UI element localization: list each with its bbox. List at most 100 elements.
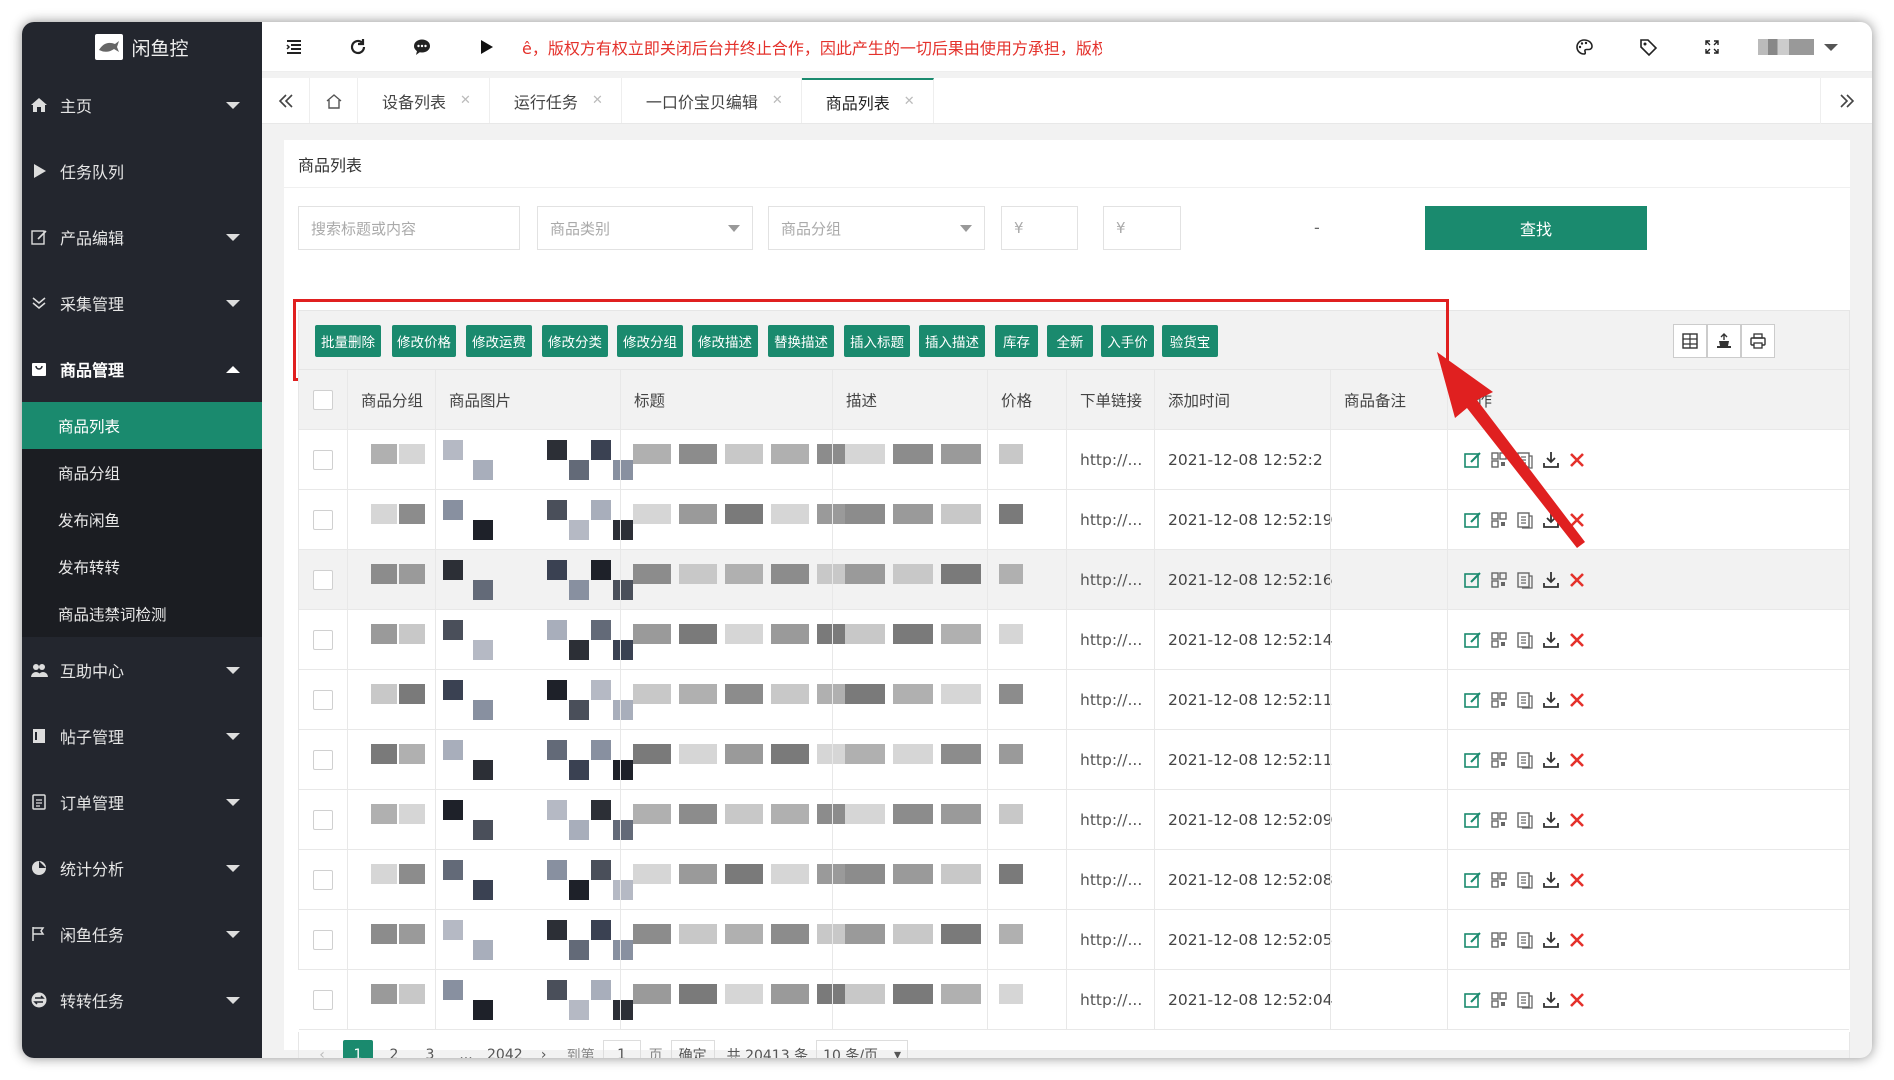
row-checkbox[interactable] [313, 910, 333, 969]
batch-button-5[interactable]: 修改描述 [692, 325, 758, 357]
column-header[interactable]: 标题 [634, 370, 665, 429]
submenu-item-0[interactable]: 商品列表 [22, 402, 262, 449]
tab-0[interactable]: 设备列表 ✕ [358, 78, 490, 123]
table-row[interactable]: http://... 2021-12-08 12:52:08 [299, 850, 1849, 910]
row-actions[interactable] [1463, 790, 1587, 849]
tab-1[interactable]: 运行任务 ✕ [490, 78, 622, 123]
table-row[interactable]: http://... 2021-12-08 12:52:11 [299, 730, 1849, 790]
close-icon[interactable]: ✕ [460, 93, 471, 108]
row-checkbox[interactable] [313, 430, 333, 489]
sidebar-item-after-0[interactable]: 互助中心 [22, 637, 262, 703]
chat-button[interactable] [390, 22, 454, 72]
close-icon[interactable]: ✕ [904, 94, 915, 109]
row-actions[interactable] [1463, 970, 1587, 1029]
row-checkbox[interactable] [313, 970, 333, 1029]
sidebar-item-after-1[interactable]: 帖子管理 [22, 703, 262, 769]
row-checkbox[interactable] [313, 550, 333, 609]
user-menu[interactable] [1758, 39, 1838, 55]
search-button[interactable]: 查找 [1425, 206, 1647, 250]
page-3[interactable]: 3 [415, 1040, 445, 1059]
table-row[interactable]: http://... 2021-12-08 12:52:04 [299, 970, 1849, 1030]
prev-page-button[interactable]: ‹ [307, 1040, 337, 1059]
batch-button-12[interactable]: 验货宝 [1162, 325, 1218, 357]
submenu-item-4[interactable]: 商品违禁词检测 [22, 590, 262, 637]
tag-button[interactable] [1616, 22, 1680, 72]
column-header[interactable]: 操作 [1461, 370, 1492, 429]
column-header[interactable]: 描述 [846, 370, 877, 429]
batch-button-1[interactable]: 修改价格 [392, 325, 456, 357]
column-header[interactable]: 下单链接 [1080, 370, 1142, 429]
next-page-button[interactable]: › [529, 1040, 559, 1059]
row-checkbox[interactable] [313, 790, 333, 849]
fullscreen-button[interactable] [1680, 22, 1744, 72]
order-link[interactable]: http://... [1080, 910, 1142, 969]
refresh-button[interactable] [326, 22, 390, 72]
row-actions[interactable] [1463, 490, 1587, 549]
table-row[interactable]: http://... 2021-12-08 12:52:2 [299, 430, 1849, 490]
keyword-input[interactable]: 搜索标题或内容 [298, 206, 520, 250]
close-icon[interactable]: ✕ [592, 93, 603, 108]
order-link[interactable]: http://... [1080, 430, 1142, 489]
order-link[interactable]: http://... [1080, 550, 1142, 609]
row-actions[interactable] [1463, 610, 1587, 669]
row-actions[interactable] [1463, 670, 1587, 729]
order-link[interactable]: http://... [1080, 730, 1142, 789]
select-all-checkbox[interactable] [313, 370, 333, 429]
row-checkbox[interactable] [313, 610, 333, 669]
goto-page-input[interactable]: 1 [602, 1039, 641, 1058]
price-max-input[interactable]: ¥ [1103, 206, 1181, 250]
order-link[interactable]: http://... [1080, 790, 1142, 849]
row-actions[interactable] [1463, 550, 1587, 609]
print-button[interactable] [1741, 324, 1775, 358]
home-tab[interactable] [310, 78, 358, 123]
batch-button-9[interactable]: 库存 [995, 325, 1038, 357]
sidebar-item-2[interactable]: 产品编辑 [22, 204, 262, 270]
column-header[interactable]: 添加时间 [1168, 370, 1230, 429]
sidebar-item-after-2[interactable]: 订单管理 [22, 769, 262, 835]
table-row[interactable]: http://... 2021-12-08 12:52:14 [299, 610, 1849, 670]
sidebar-item-0[interactable]: 主页 [22, 72, 262, 138]
export-button[interactable] [1707, 324, 1741, 358]
batch-button-2[interactable]: 修改运费 [466, 325, 532, 357]
batch-button-8[interactable]: 插入描述 [919, 325, 985, 357]
row-checkbox[interactable] [313, 670, 333, 729]
category-select[interactable]: 商品类别 [537, 206, 753, 250]
column-header[interactable]: 商品分组 [361, 370, 423, 429]
price-min-input[interactable]: ¥ [1001, 206, 1078, 250]
order-link[interactable]: http://... [1080, 850, 1142, 909]
tabs-scroll-right-button[interactable] [1820, 78, 1872, 124]
submenu-item-2[interactable]: 发布闲鱼 [22, 496, 262, 543]
batch-button-11[interactable]: 入手价 [1101, 325, 1154, 357]
table-row[interactable]: http://... 2021-12-08 12:52:09 [299, 790, 1849, 850]
page-1[interactable]: 1 [343, 1039, 373, 1058]
column-header[interactable]: 商品备注 [1344, 370, 1406, 429]
columns-button[interactable] [1673, 324, 1707, 358]
row-checkbox[interactable] [313, 490, 333, 549]
tabs-scroll-left-button[interactable] [262, 78, 310, 123]
sidebar-item-after-4[interactable]: 闲鱼任务 [22, 901, 262, 967]
table-row[interactable]: http://... 2021-12-08 12:52:11 [299, 670, 1849, 730]
page-size-select[interactable]: 10 条/页 ▾ [816, 1039, 909, 1058]
table-row[interactable]: http://... 2021-12-08 12:52:05 [299, 910, 1849, 970]
sidebar-item-1[interactable]: 任务队列 [22, 138, 262, 204]
batch-button-7[interactable]: 插入标题 [844, 325, 910, 357]
batch-button-10[interactable]: 全新 [1047, 325, 1093, 357]
batch-button-3[interactable]: 修改分类 [542, 325, 608, 357]
batch-button-0[interactable]: 批量删除 [315, 325, 381, 357]
row-actions[interactable] [1463, 910, 1587, 969]
sidebar-item-3[interactable]: 采集管理 [22, 270, 262, 336]
column-header[interactable]: 商品图片 [449, 370, 511, 429]
tab-3[interactable]: 商品列表 ✕ [801, 78, 934, 123]
logo[interactable]: 闲鱼控 [22, 22, 262, 72]
close-icon[interactable]: ✕ [772, 93, 783, 108]
order-link[interactable]: http://... [1080, 970, 1142, 1029]
batch-button-6[interactable]: 替换描述 [768, 325, 834, 357]
row-actions[interactable] [1463, 850, 1587, 909]
order-link[interactable]: http://... [1080, 490, 1142, 549]
row-checkbox[interactable] [313, 730, 333, 789]
page-2[interactable]: 2 [379, 1040, 409, 1059]
batch-button-4[interactable]: 修改分组 [617, 325, 683, 357]
row-actions[interactable] [1463, 430, 1587, 489]
submenu-item-1[interactable]: 商品分组 [22, 449, 262, 496]
group-select[interactable]: 商品分组 [768, 206, 985, 250]
